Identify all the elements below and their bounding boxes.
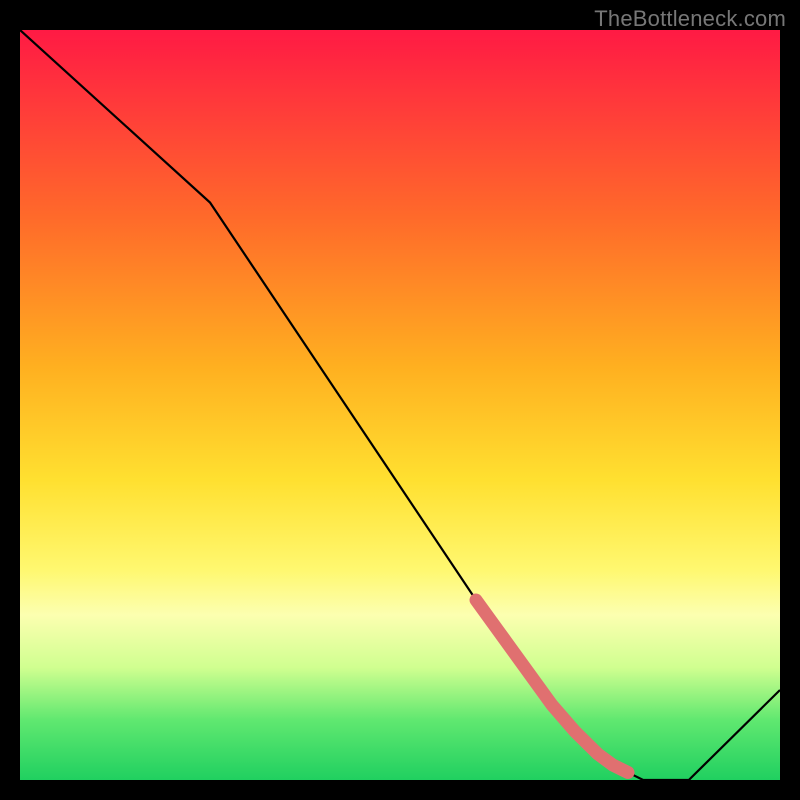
highlight-band: [476, 600, 628, 773]
highlight-point: [622, 767, 634, 779]
chart-svg: [20, 30, 780, 780]
plot-area: [20, 30, 780, 780]
watermark-text: TheBottleneck.com: [594, 6, 786, 32]
chart-container: TheBottleneck.com: [0, 0, 800, 800]
highlight-points-group: [476, 600, 634, 779]
curve-line: [20, 30, 780, 780]
highlight-point: [592, 748, 604, 760]
highlight-point: [569, 725, 581, 737]
